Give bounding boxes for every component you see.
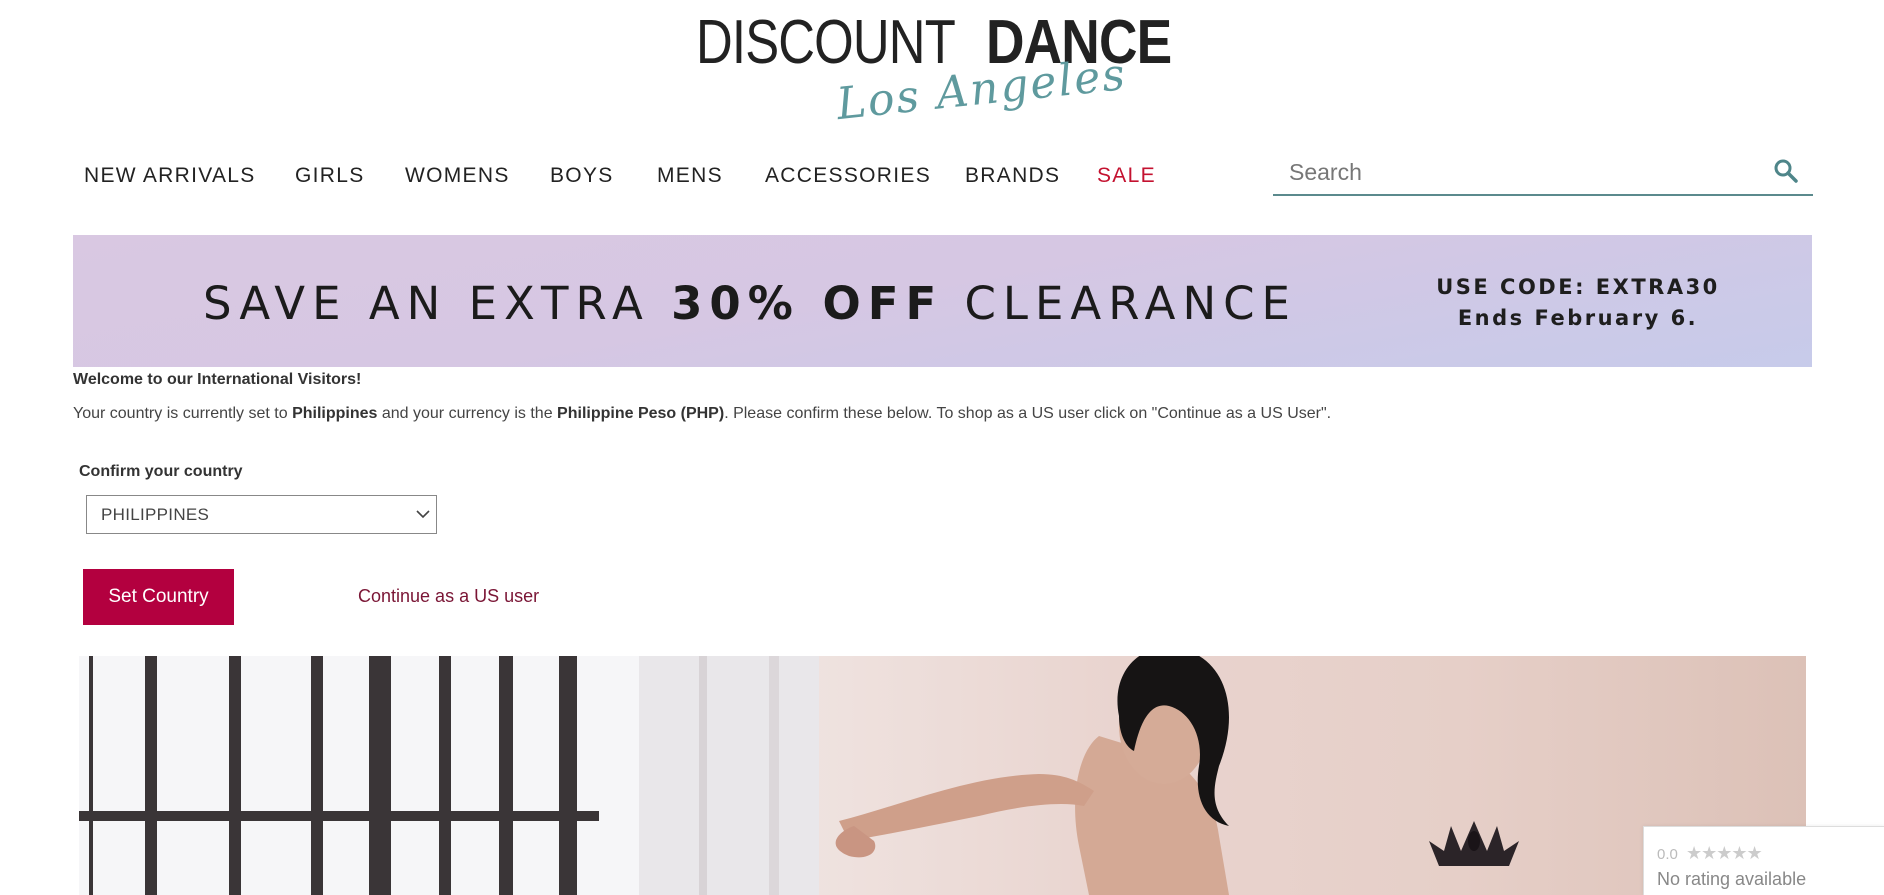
nav-item-new-arrivals[interactable]: NEW ARRIVALS (84, 164, 256, 188)
confirm-country-label: Confirm your country (79, 463, 243, 480)
promo-banner[interactable]: SAVE AN EXTRA 30% OFF CLEARANCE USE CODE… (73, 235, 1812, 367)
banner-code-line: USE CODE: EXTRA30 (1436, 275, 1720, 299)
nav-item-girls[interactable]: GIRLS (295, 164, 365, 188)
search-icon[interactable] (1773, 158, 1799, 184)
hero-image[interactable] (79, 656, 1806, 895)
google-rating-badge[interactable]: 0.0 ★★★★★ No rating available (1643, 826, 1884, 895)
welcome-heading: Welcome to our International Visitors! (73, 371, 362, 388)
country-name: Philippines (292, 405, 378, 422)
nav-item-sale[interactable]: SALE (1097, 164, 1156, 188)
banner-promo-code: USE CODE: EXTRA30 Ends February 6. (1413, 272, 1743, 334)
banner-ends-line: Ends February 6. (1457, 306, 1699, 330)
set-country-button[interactable]: Set Country (83, 569, 234, 625)
rating-score: 0.0 (1657, 846, 1678, 863)
search-input[interactable] (1289, 156, 1749, 188)
currency-name: Philippine Peso (PHP) (557, 405, 725, 422)
nav-item-mens[interactable]: MENS (657, 164, 723, 188)
country-message: Your country is currently set to Philipp… (73, 405, 1331, 423)
continue-as-us-user-link[interactable]: Continue as a US user (358, 586, 539, 607)
nav-item-accessories[interactable]: ACCESSORIES (765, 164, 931, 188)
country-select[interactable]: PHILIPPINES (86, 495, 437, 534)
rating-stars-icon: ★★★★★ (1686, 843, 1763, 863)
rating-text: No rating available (1657, 869, 1807, 889)
logo-word-discount: DISCOUNT (696, 8, 956, 77)
country-select-value: PHILIPPINES (101, 505, 210, 524)
chevron-down-icon (416, 510, 430, 519)
banner-headline: SAVE AN EXTRA 30% OFF CLEARANCE (203, 277, 1297, 330)
banner-prefix: SAVE AN EXTRA (203, 277, 672, 330)
hero-photo-illustration (79, 656, 1519, 895)
country-msg-part2: and your currency is the (377, 405, 558, 422)
banner-highlight: 30% OFF (671, 277, 944, 330)
nav-item-womens[interactable]: WOMENS (405, 164, 510, 188)
banner-suffix: CLEARANCE (943, 277, 1297, 330)
site-logo[interactable]: DISCOUNT DANCE Los Angeles (696, 8, 1186, 131)
country-msg-part1: Your country is currently set to (73, 405, 293, 422)
nav-item-boys[interactable]: BOYS (550, 164, 614, 188)
country-msg-part3: . Please confirm these below. To shop as… (724, 405, 1332, 422)
nav-item-brands[interactable]: BRANDS (965, 164, 1060, 188)
search-bar (1273, 150, 1813, 196)
